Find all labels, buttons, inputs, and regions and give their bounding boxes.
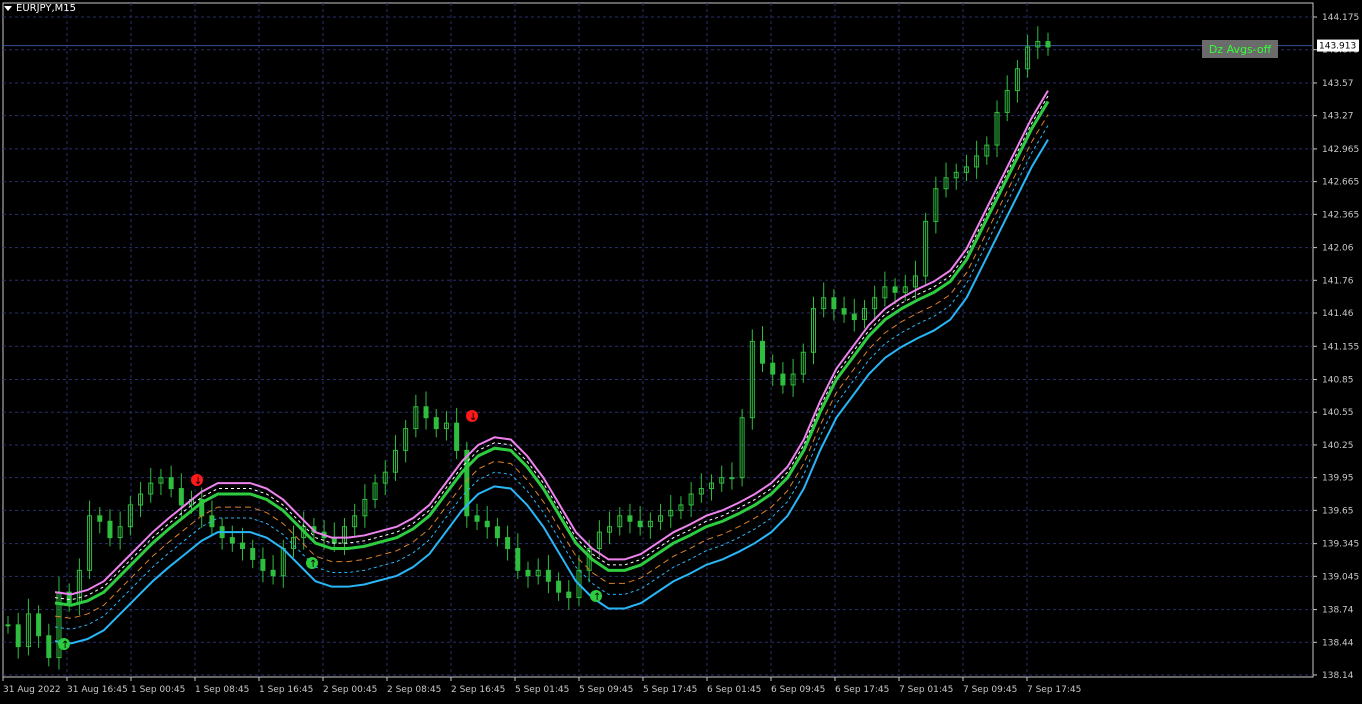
candle	[556, 580, 562, 593]
candle	[107, 520, 113, 539]
x-tick-label: 1 Sep 16:45	[259, 685, 313, 695]
price-chart[interactable]: 144.175143.875143.57143.27142.965142.665…	[0, 0, 1362, 700]
y-tick-label: 139.95	[1322, 474, 1354, 484]
x-tick-label: 1 Sep 00:45	[131, 685, 185, 695]
x-tick-label: 7 Sep 09:45	[963, 685, 1017, 695]
y-tick-label: 142.965	[1322, 145, 1359, 155]
candle	[178, 488, 184, 506]
candle	[841, 308, 847, 315]
candle	[5, 624, 11, 627]
candle	[627, 515, 633, 522]
candle	[454, 422, 460, 451]
current-price-label: 143.913	[1319, 42, 1356, 52]
candle	[46, 635, 52, 659]
y-tick-label: 142.06	[1322, 244, 1354, 254]
candle	[229, 537, 235, 544]
candle	[240, 542, 246, 550]
x-tick-label: 31 Aug 2022	[3, 685, 61, 695]
candle	[831, 297, 837, 310]
y-tick-label: 141.155	[1322, 342, 1359, 352]
candle	[851, 313, 857, 321]
symbol-text: EURJPY,M15	[16, 3, 76, 14]
y-tick-label: 142.665	[1322, 178, 1359, 188]
candle	[515, 548, 521, 571]
candle	[474, 515, 480, 522]
y-tick-label: 138.44	[1322, 638, 1354, 648]
x-tick-label: 5 Sep 09:45	[579, 685, 633, 695]
y-tick-label: 140.85	[1322, 376, 1354, 386]
candle	[36, 613, 42, 637]
candle	[566, 591, 572, 599]
x-tick-label: 31 Aug 16:45	[67, 685, 128, 695]
candle	[270, 569, 276, 577]
y-tick-label: 140.55	[1322, 408, 1354, 418]
candle	[260, 558, 266, 571]
y-tick-label: 141.76	[1322, 276, 1354, 286]
candle	[97, 515, 103, 522]
x-tick-label: 2 Sep 08:45	[387, 685, 441, 695]
y-tick-label: 138.14	[1322, 671, 1354, 681]
candle	[760, 340, 766, 364]
x-tick-label: 6 Sep 01:45	[707, 685, 761, 695]
candle	[423, 406, 429, 419]
candle	[780, 373, 786, 386]
candle	[505, 537, 511, 550]
x-tick-label: 1 Sep 08:45	[195, 685, 249, 695]
buy-arrow-icon-glyph: ↑	[61, 640, 69, 651]
candle	[545, 569, 551, 582]
y-tick-label: 139.65	[1322, 506, 1354, 516]
candle	[729, 477, 735, 480]
y-tick-label: 143.57	[1322, 79, 1354, 89]
x-tick-label: 2 Sep 00:45	[323, 685, 377, 695]
candle	[1045, 41, 1051, 48]
y-tick-label: 138.74	[1322, 606, 1354, 616]
x-tick-label: 7 Sep 01:45	[899, 685, 953, 695]
buy-arrow-icon-glyph: ↑	[593, 592, 601, 603]
candle	[250, 548, 256, 560]
sell-arrow-icon-glyph: ↓	[469, 412, 477, 423]
candle	[209, 515, 215, 528]
chevron-down-icon[interactable]	[4, 6, 12, 11]
candle	[892, 286, 898, 293]
candle	[433, 417, 439, 430]
x-tick-label: 5 Sep 17:45	[643, 685, 697, 695]
buy-arrow-icon-glyph: ↑	[309, 559, 317, 570]
y-tick-label: 140.25	[1322, 441, 1354, 451]
candle	[770, 362, 776, 375]
y-tick-label: 139.345	[1322, 540, 1359, 550]
x-tick-label: 6 Sep 09:45	[771, 685, 825, 695]
chart-area[interactable]: 144.175143.875143.57143.27142.965142.665…	[0, 0, 1362, 700]
symbol-label[interactable]: EURJPY,M15	[4, 3, 76, 14]
y-tick-label: 143.27	[1322, 112, 1354, 122]
y-tick-label: 144.175	[1322, 13, 1359, 23]
x-tick-label: 6 Sep 17:45	[835, 685, 889, 695]
candle	[484, 520, 490, 528]
candle	[168, 477, 174, 490]
candle	[637, 520, 643, 528]
candle	[525, 569, 531, 577]
y-tick-label: 141.46	[1322, 309, 1354, 319]
candle	[494, 526, 500, 539]
x-tick-label: 2 Sep 16:45	[451, 685, 505, 695]
y-tick-label: 139.045	[1322, 572, 1359, 582]
candle	[15, 624, 21, 648]
indicator-toggle-button[interactable]: Dz Avgs-off	[1202, 40, 1278, 58]
sell-arrow-icon-glyph: ↓	[194, 476, 202, 487]
x-tick-label: 5 Sep 01:45	[515, 685, 569, 695]
x-tick-label: 7 Sep 17:45	[1027, 685, 1081, 695]
y-tick-label: 142.365	[1322, 210, 1359, 220]
